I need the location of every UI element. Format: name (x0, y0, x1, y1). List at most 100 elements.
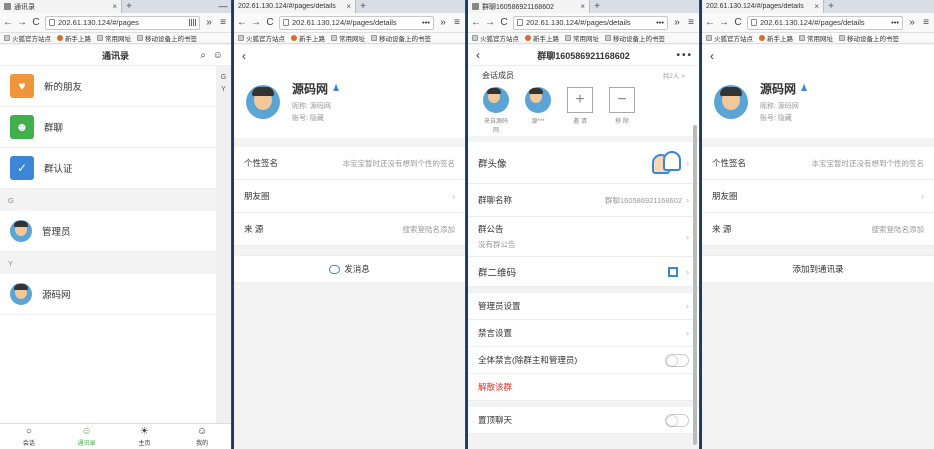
close-tab-icon[interactable]: × (580, 2, 585, 11)
bookmark-item[interactable]: 移动设备上的书签 (371, 33, 431, 43)
forward-arrow-icon[interactable]: → (719, 17, 729, 28)
admin-settings-row[interactable]: 管理员设置 › (468, 293, 699, 320)
list-item-group-verify[interactable]: ✓ 群认证 (0, 148, 217, 189)
dissolve-group-button[interactable]: 解散该群 (478, 381, 689, 393)
address-bar[interactable]: 202.61.130.124/#/pages (45, 15, 200, 30)
alpha-index[interactable]: G Y (216, 66, 231, 423)
group-name-row[interactable]: 群聊名称 群聊160586921168602 › (468, 184, 699, 217)
close-tab-icon[interactable]: × (346, 2, 351, 11)
more-icon[interactable]: ••• (676, 50, 693, 61)
overflow-icon[interactable]: » (672, 17, 682, 28)
moments-row[interactable]: 朋友圈 › (702, 180, 934, 213)
members-count[interactable]: 共2人 > (663, 70, 685, 81)
new-tab-button[interactable]: + (122, 0, 136, 13)
mute-settings-row[interactable]: 禁言设置 › (468, 320, 699, 347)
new-tab-button[interactable]: + (356, 0, 370, 13)
bookmark-item[interactable]: 移动设备上的书签 (839, 33, 899, 43)
overflow-icon[interactable]: » (438, 17, 448, 28)
page-actions-icon[interactable]: ••• (891, 18, 899, 27)
bookmark-item[interactable]: 火狐官方站点 (472, 33, 519, 43)
reload-icon[interactable]: C (499, 17, 509, 28)
signature-row[interactable]: 个性签名 本宝宝暂时还没有想到个性的签名 (702, 147, 934, 180)
bookmark-item[interactable]: 常用网址 (97, 33, 131, 43)
bookmark-item[interactable]: 常用网址 (799, 33, 833, 43)
tab-home[interactable]: ☀ 主页 (116, 424, 174, 449)
page-actions-icon[interactable]: ••• (656, 18, 664, 27)
avatar (483, 87, 509, 113)
address-bar[interactable]: 202.61.130.124/#/pages/details ••• (747, 15, 903, 30)
send-message-button[interactable]: 发消息 (234, 255, 465, 283)
new-tab-button[interactable]: + (824, 0, 838, 13)
page-actions-icon[interactable]: ••• (422, 18, 430, 27)
browser-tab[interactable]: 202.61.130.124/#/pages/details × (234, 0, 356, 13)
qr-icon[interactable] (189, 19, 196, 26)
address-bar[interactable]: 202.61.130.124/#/pages/details ••• (513, 15, 668, 30)
back-icon[interactable]: ‹ (242, 49, 246, 63)
scrollbar[interactable] (693, 125, 697, 445)
tab-chats[interactable]: ○ 会话 (0, 424, 58, 449)
tab-me[interactable]: ☺ 我的 (173, 424, 231, 449)
header-icons[interactable]: ⌕ ☺ (200, 50, 225, 61)
back-arrow-icon[interactable]: ← (237, 17, 247, 28)
back-arrow-icon[interactable]: ← (705, 17, 715, 28)
forward-arrow-icon[interactable]: → (485, 17, 495, 28)
contact-row[interactable]: 管理员 (0, 211, 217, 252)
menu-icon[interactable]: ≡ (686, 17, 696, 28)
forward-arrow-icon[interactable]: → (251, 17, 261, 28)
bookmark-item[interactable]: 移动设备上的书签 (605, 33, 665, 43)
source-row: 来 源 搜索登陆名添加 (234, 213, 465, 246)
bookmark-item[interactable]: 新手上路 (525, 33, 559, 43)
bookmark-item[interactable]: 火狐官方站点 (238, 33, 285, 43)
bookmark-item[interactable]: 新手上路 (291, 33, 325, 43)
member-item[interactable]: 来自源码网 (482, 87, 510, 134)
reload-icon[interactable]: C (733, 17, 743, 28)
browser-tab[interactable]: 群聊160586921168602 × (468, 0, 590, 13)
minimize-button[interactable]: — (215, 0, 231, 13)
browser-tab[interactable]: 202.61.130.124/#/pages/details × (702, 0, 824, 13)
bookmark-item[interactable]: 常用网址 (565, 33, 599, 43)
new-tab-button[interactable]: + (590, 0, 604, 13)
reload-icon[interactable]: C (31, 17, 41, 28)
reload-icon[interactable]: C (265, 17, 275, 28)
shield-icon (751, 19, 757, 26)
plus-icon: + (567, 87, 593, 113)
dissolve-row[interactable]: 解散该群 (468, 374, 699, 401)
forward-arrow-icon[interactable]: → (17, 17, 27, 28)
bookmark-item[interactable]: 新手上路 (759, 33, 793, 43)
list-item-new-friends[interactable]: ♥ 新的朋友 (0, 66, 217, 107)
group-qr-row[interactable]: 群二维码 › (468, 257, 699, 287)
back-arrow-icon[interactable]: ← (471, 17, 481, 28)
group-notice-row[interactable]: 群公告 没有群公告 › (468, 217, 699, 257)
pin-chat-toggle[interactable] (665, 413, 689, 427)
back-icon[interactable]: ‹ (710, 49, 714, 63)
list-item-group-chat[interactable]: ☻ 群聊 (0, 107, 217, 148)
close-tab-icon[interactable]: × (112, 2, 117, 11)
mute-all-toggle[interactable] (665, 353, 689, 367)
close-tab-icon[interactable]: × (814, 2, 819, 11)
bookmark-item[interactable]: 常用网址 (331, 33, 365, 43)
contact-row[interactable]: 源码网 (0, 274, 217, 315)
back-icon[interactable]: ‹ (476, 48, 480, 62)
back-arrow-icon[interactable]: ← (3, 17, 13, 28)
menu-icon[interactable]: ≡ (921, 17, 931, 28)
overflow-icon[interactable]: » (907, 17, 917, 28)
bookmark-item[interactable]: 新手上路 (57, 33, 91, 43)
group-avatar-row[interactable]: 群头像 › (468, 142, 699, 184)
bookmark-item[interactable]: 火狐官方站点 (706, 33, 753, 43)
invite-button[interactable]: + 邀 请 (566, 87, 594, 134)
tab-contacts[interactable]: ☺ 通讯录 (58, 424, 116, 449)
alpha-index-letter[interactable]: G (216, 72, 231, 84)
address-bar[interactable]: 202.61.130.124/#/pages/details ••• (279, 15, 434, 30)
bookmark-item[interactable]: 移动设备上的书签 (137, 33, 197, 43)
signature-row[interactable]: 个性签名 本宝宝暂时还没有想到个性的签名 (234, 147, 465, 180)
bookmark-item[interactable]: 火狐官方站点 (4, 33, 51, 43)
browser-tab[interactable]: 通讯录 × (0, 0, 122, 13)
add-to-contacts-button[interactable]: 添加到通讯录 (702, 255, 934, 283)
overflow-icon[interactable]: » (204, 17, 214, 28)
member-item[interactable]: 源*** (524, 87, 552, 134)
menu-icon[interactable]: ≡ (452, 17, 462, 28)
alpha-index-letter[interactable]: Y (216, 84, 231, 96)
moments-row[interactable]: 朋友圈 › (234, 180, 465, 213)
remove-button[interactable]: − 移 除 (608, 87, 636, 134)
menu-icon[interactable]: ≡ (218, 17, 228, 28)
